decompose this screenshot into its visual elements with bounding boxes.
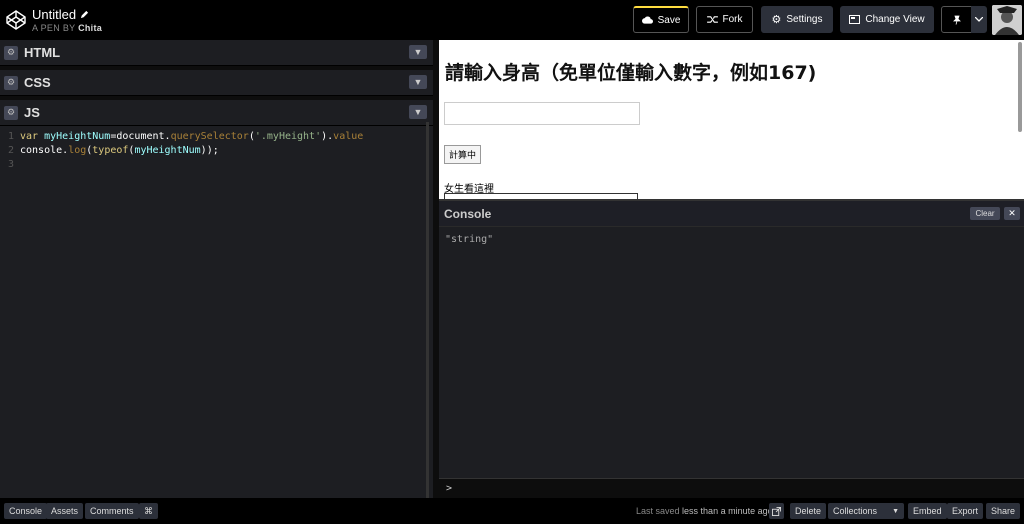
console-panel: Console Clear ✕ "string" >	[439, 199, 1024, 498]
collections-chevron-down-icon: ▼	[892, 507, 899, 515]
js-panel-title: JS	[24, 105, 40, 120]
settings-label: Settings	[786, 14, 823, 25]
line-number: 3	[7, 159, 14, 170]
pen-by-prefix: A PEN BY	[32, 23, 76, 33]
html-panel-header[interactable]: ⚙ HTML ▼	[0, 40, 433, 66]
pin-icon	[952, 15, 961, 25]
saved-time: less than a minute ago	[682, 506, 773, 516]
css-panel-title: CSS	[24, 75, 51, 90]
html-settings-gear-icon[interactable]: ⚙	[4, 45, 18, 60]
console-title: Console	[444, 206, 492, 221]
code-variable: myHeightNum	[44, 131, 111, 142]
editor-scrollbar[interactable]	[426, 122, 429, 498]
preview-scrollbar[interactable]	[1018, 42, 1022, 132]
pin-dropdown-button[interactable]	[971, 6, 987, 33]
code-method: log	[68, 145, 87, 156]
external-link-icon	[772, 506, 781, 516]
change-view-button[interactable]: Change View	[840, 6, 934, 33]
console-header: Console Clear ✕	[439, 201, 1024, 227]
author-link[interactable]: Chita	[78, 23, 102, 33]
codepen-logo-icon[interactable]	[6, 10, 26, 30]
code-string: '.myHeight'	[254, 131, 322, 142]
fork-icon	[706, 16, 718, 23]
js-code-editor[interactable]: 1 var myHeightNum=document.querySelector…	[0, 126, 433, 506]
fork-label: Fork	[722, 14, 743, 25]
preview-pane: 請輸入身高（免單位僅輸入數字，例如167) 計算中 女生看這裡	[439, 40, 1024, 199]
collections-button[interactable]: Collections ▼	[828, 503, 904, 519]
code-line[interactable]: 2 console.log(typeof(myHeightNum));	[0, 144, 433, 158]
height-input[interactable]	[444, 102, 640, 125]
console-button[interactable]: Console	[4, 503, 48, 519]
open-external-button[interactable]	[769, 503, 784, 519]
saved-prefix: Last saved	[636, 506, 680, 516]
pencil-icon[interactable]	[80, 10, 89, 19]
css-settings-gear-icon[interactable]: ⚙	[4, 75, 18, 90]
collections-label: Collections	[833, 506, 878, 516]
pen-title[interactable]: Untitled	[32, 7, 102, 22]
layout-icon	[849, 15, 861, 24]
change-view-label: Change View	[865, 14, 925, 25]
fork-button[interactable]: Fork	[696, 6, 753, 33]
export-button[interactable]: Export	[947, 503, 984, 519]
line-number: 2	[7, 145, 14, 156]
code-line[interactable]: 3	[0, 158, 433, 172]
preview-heading: 請輸入身高（免單位僅輸入數字，例如167)	[445, 62, 817, 84]
editor-column: ⚙ HTML ▼ ⚙ CSS ▼ ⚙ JS ▼ 1 var myHeightNu…	[0, 40, 433, 506]
settings-button[interactable]: ⚙ Settings	[761, 6, 833, 33]
save-button[interactable]: Save	[633, 6, 689, 33]
keyboard-shortcuts-icon[interactable]: ⌘	[139, 503, 158, 519]
avatar[interactable]	[992, 5, 1022, 35]
console-clear-button[interactable]: Clear	[970, 207, 1000, 220]
console-prompt: >	[446, 483, 453, 494]
code-object: document	[116, 131, 165, 142]
assets-button[interactable]: Assets	[46, 503, 84, 519]
console-output-line: "string"	[445, 234, 494, 245]
js-settings-gear-icon[interactable]: ⚙	[4, 105, 18, 120]
code-variable: myHeightNum	[134, 145, 201, 156]
pen-author: A PEN BY Chita	[32, 23, 102, 33]
share-button[interactable]: Share	[986, 503, 1021, 519]
code-method: querySelector	[170, 131, 249, 142]
code-paren: ));	[200, 145, 219, 156]
save-label: Save	[657, 14, 681, 26]
last-saved-status: Last saved less than a minute ago	[636, 506, 773, 516]
css-panel-header[interactable]: ⚙ CSS ▼	[0, 70, 433, 96]
pen-title-block: Untitled A PEN BY Chita	[32, 7, 102, 33]
code-property: value	[333, 131, 364, 142]
gear-icon: ⚙	[771, 14, 782, 26]
code-keyword: var	[20, 131, 39, 142]
embed-button[interactable]: Embed	[908, 503, 947, 519]
js-panel-chevron-down-icon[interactable]: ▼	[409, 105, 427, 119]
comments-button[interactable]: Comments	[85, 503, 139, 519]
code-object: console	[20, 145, 63, 156]
console-input[interactable]: >	[439, 478, 1024, 498]
user-avatar-icon	[992, 5, 1022, 35]
html-panel-title: HTML	[24, 45, 61, 60]
console-close-icon[interactable]: ✕	[1004, 207, 1020, 220]
pen-title-text[interactable]: Untitled	[32, 7, 76, 22]
delete-button[interactable]: Delete	[790, 503, 827, 519]
line-number: 1	[7, 131, 14, 142]
css-panel-chevron-down-icon[interactable]: ▼	[409, 75, 427, 89]
cloud-icon	[641, 16, 653, 24]
chevron-down-icon	[975, 17, 983, 22]
pin-button[interactable]	[941, 6, 972, 33]
top-bar: Untitled A PEN BY Chita Save Fork ⚙ Sett…	[0, 0, 1024, 40]
code-line[interactable]: 1 var myHeightNum=document.querySelector…	[0, 130, 433, 144]
js-panel-header[interactable]: ⚙ JS ▼	[0, 100, 433, 126]
bottom-bar: Console Assets Comments ⌘ Last saved les…	[0, 498, 1024, 524]
code-keyword: typeof	[92, 145, 129, 156]
calculate-button[interactable]: 計算中	[444, 145, 482, 164]
html-panel-chevron-down-icon[interactable]: ▼	[409, 45, 427, 59]
